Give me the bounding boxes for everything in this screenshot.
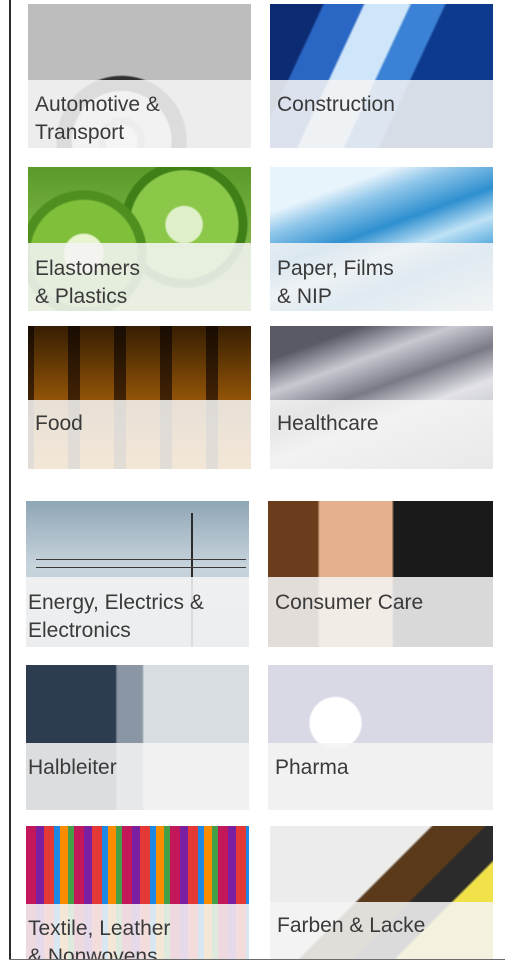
tile-label: Healthcare xyxy=(277,412,379,435)
tile-label: Food xyxy=(35,412,83,435)
tile-pharma[interactable]: Pharma xyxy=(268,665,493,810)
tile-consumer-care[interactable]: Consumer Care xyxy=(268,501,493,647)
tile-label: Textile, Leather & Nonwovens xyxy=(28,917,171,959)
tile-food[interactable]: Food xyxy=(28,326,251,469)
tile-label: Paper, Films & NIP xyxy=(277,257,394,308)
left-border xyxy=(9,0,11,960)
tile-healthcare[interactable]: Healthcare xyxy=(270,326,493,469)
tile-halbleiter[interactable]: Halbleiter xyxy=(26,665,249,810)
tile-label: Halbleiter xyxy=(28,756,117,779)
tile-label: Consumer Care xyxy=(275,591,424,614)
tile-textile-leather-nonwovens[interactable]: Textile, Leather & Nonwovens xyxy=(26,826,249,959)
tile-label: Construction xyxy=(277,93,395,116)
tile-farben-lacke[interactable]: Farben & Lacke xyxy=(270,826,493,959)
tile-label: Elastomers & Plastics xyxy=(35,257,141,308)
tile-label: Pharma xyxy=(275,756,349,779)
tile-label: Automotive & Transport xyxy=(35,93,160,144)
tile-elastomers-plastics[interactable]: Elastomers & Plastics xyxy=(28,167,251,311)
tile-automotive-transport[interactable]: Automotive & Transport xyxy=(28,4,251,148)
bottom-border xyxy=(9,959,505,960)
tile-energy-electrics-electronics[interactable]: Energy, Electrics & Electronics xyxy=(26,501,249,647)
tile-label: Farben & Lacke xyxy=(277,914,426,937)
tile-label: Energy, Electrics & Electronics xyxy=(28,591,204,642)
tile-paper-films-nip[interactable]: Paper, Films & NIP xyxy=(270,167,493,311)
tile-construction[interactable]: Construction xyxy=(270,4,493,148)
